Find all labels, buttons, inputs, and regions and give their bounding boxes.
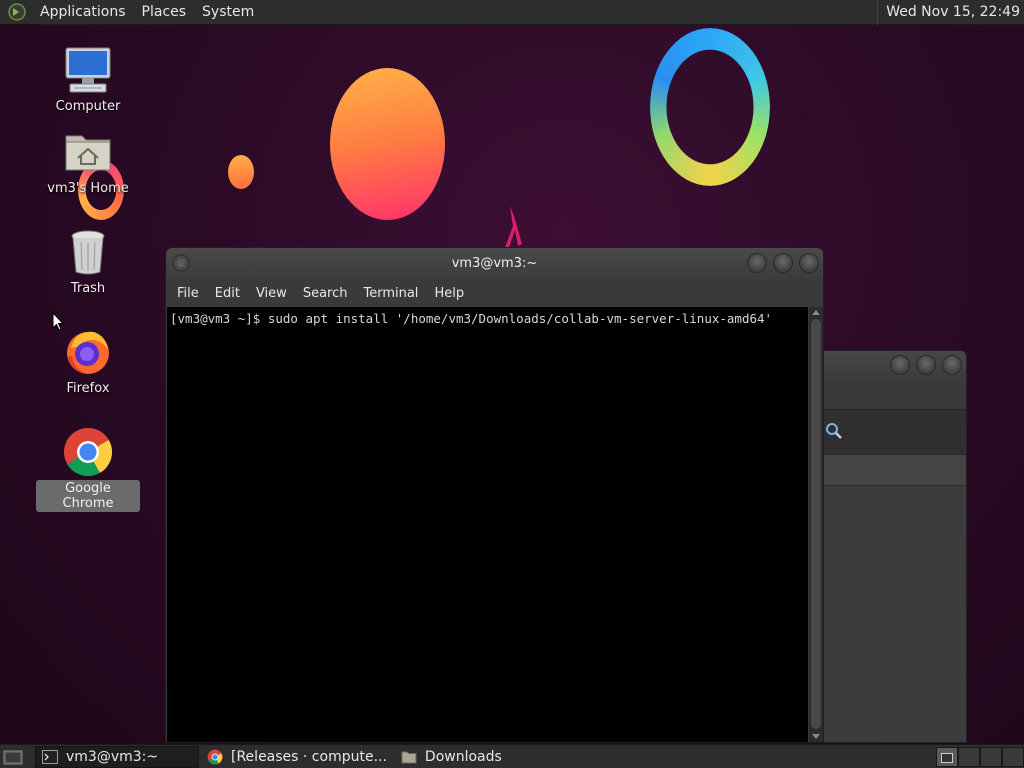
close-button[interactable] <box>942 355 962 375</box>
window-menu-icon[interactable] <box>172 254 190 272</box>
terminal-titlebar[interactable]: vm3@vm3:~ <box>166 248 823 280</box>
taskbar-item-label: Downloads <box>424 748 502 765</box>
taskbar-item-label: vm3@vm3:~ <box>66 748 159 765</box>
chrome-icon <box>64 428 113 477</box>
terminal-scrollbar[interactable] <box>809 307 823 742</box>
taskbar-item-label: [Releases · compute... <box>231 748 387 765</box>
scroll-up-arrow-icon[interactable] <box>812 310 820 315</box>
terminal-icon <box>42 749 58 764</box>
terminal-output[interactable]: [vm3@vm3 ~]$ sudo apt install '/home/vm3… <box>167 307 808 742</box>
desktop-icon-firefox[interactable]: Firefox <box>36 326 140 397</box>
background-window[interactable] <box>820 350 967 743</box>
menu-terminal[interactable]: Terminal <box>355 286 426 301</box>
menu-search[interactable]: Search <box>295 286 356 301</box>
desktop-icon-chrome[interactable]: Google Chrome <box>36 426 140 512</box>
distro-logo-icon[interactable] <box>8 3 26 21</box>
top-panel: Applications Places System Wed Nov 15, 2… <box>0 0 1024 25</box>
desktop-icon-home[interactable]: vm3's Home <box>36 126 140 197</box>
mouse-cursor-icon <box>52 312 64 331</box>
menu-applications[interactable]: Applications <box>32 4 134 20</box>
terminal-menubar: File Edit View Search Terminal Help <box>166 280 823 306</box>
menu-file[interactable]: File <box>169 286 207 301</box>
show-desktop-icon[interactable] <box>3 748 23 766</box>
desktop-icon-computer[interactable]: Computer <box>36 44 140 115</box>
home-folder-icon <box>65 135 111 171</box>
wallpaper-streak <box>504 206 522 250</box>
desktop-icon-label: Computer <box>55 99 121 114</box>
search-icon[interactable] <box>825 422 843 440</box>
workspace-3[interactable] <box>980 747 1002 767</box>
minimize-button[interactable] <box>747 253 767 273</box>
desktop-icon-label: Trash <box>70 281 106 296</box>
trash-icon <box>71 230 105 275</box>
taskbar-item-chrome[interactable]: [Releases · compute... <box>201 746 393 768</box>
scroll-down-arrow-icon[interactable] <box>812 734 820 739</box>
maximize-button[interactable] <box>773 253 793 273</box>
menu-view[interactable]: View <box>248 286 295 301</box>
menu-system[interactable]: System <box>194 4 262 20</box>
wallpaper-large-orange-blob <box>330 68 445 220</box>
desktop-icon-label: Google Chrome <box>36 480 140 512</box>
background-window-content <box>821 486 966 742</box>
terminal-command-line: [vm3@vm3 ~]$ sudo apt install '/home/vm3… <box>170 311 773 326</box>
chrome-icon <box>207 749 223 764</box>
workspace-2[interactable] <box>958 747 980 767</box>
clock[interactable]: Wed Nov 15, 22:49 <box>877 0 1020 25</box>
folder-icon <box>401 751 417 763</box>
background-window-pathbar <box>821 454 966 486</box>
menu-places[interactable]: Places <box>134 4 195 20</box>
desktop-icon-label: vm3's Home <box>47 181 129 196</box>
terminal-title: vm3@vm3:~ <box>451 256 538 271</box>
menu-edit[interactable]: Edit <box>207 286 248 301</box>
workspace-4[interactable] <box>1002 747 1024 767</box>
firefox-icon <box>67 331 109 374</box>
minimize-button[interactable] <box>890 355 910 375</box>
menu-help[interactable]: Help <box>426 286 472 301</box>
desktop-icon-trash[interactable]: Trash <box>36 226 140 297</box>
taskbar-item-downloads[interactable]: Downloads <box>395 746 508 768</box>
close-button[interactable] <box>799 253 819 273</box>
terminal-window[interactable]: vm3@vm3:~ File Edit View Search Terminal… <box>165 247 824 743</box>
taskbar-item-terminal[interactable]: vm3@vm3:~ <box>35 745 199 768</box>
wallpaper-gradient-ring <box>650 28 770 186</box>
scrollbar-thumb[interactable] <box>811 319 821 729</box>
maximize-button[interactable] <box>916 355 936 375</box>
bottom-panel: vm3@vm3:~ [Releases · compute... Downloa… <box>0 744 1024 768</box>
desktop-icon-label: Firefox <box>66 381 110 396</box>
wallpaper-small-orange-blob <box>228 155 254 189</box>
workspace-1[interactable] <box>936 747 958 767</box>
computer-icon <box>65 47 111 93</box>
workspace-window-thumbnail <box>941 753 953 763</box>
background-window-toolbar <box>821 409 966 454</box>
